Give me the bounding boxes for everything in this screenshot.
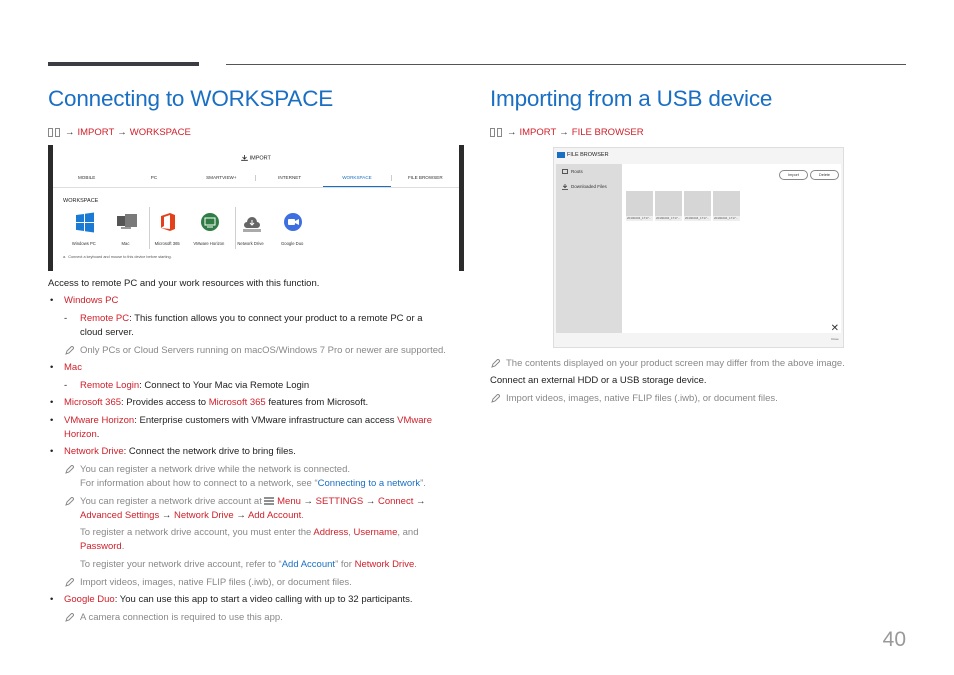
- crumb-workspace: WORKSPACE: [129, 127, 191, 138]
- memo-nd-refer: To register your network drive account, …: [80, 559, 417, 570]
- header-rule-thin: [226, 64, 906, 65]
- memo-nd-account-path: Advanced Settings → Network Drive → Add …: [80, 510, 304, 521]
- left-title: Connecting to WORKSPACE: [48, 86, 334, 111]
- memo-nd-fields: To register a network drive account, you…: [80, 527, 419, 538]
- app-group-divider: [235, 207, 236, 249]
- right-title: Importing from a USB device: [490, 86, 773, 111]
- link-connecting-network[interactable]: Connecting to a network: [318, 478, 420, 489]
- dash-remote-login: Remote Login: Connect to Your Mac via Re…: [64, 379, 309, 393]
- sidebar-item-roots[interactable]: Roots: [562, 169, 583, 175]
- app-group-divider: [149, 207, 150, 249]
- memo-import-left: Import videos, images, native FLIP files…: [80, 577, 352, 588]
- memo-contents-differ: The contents displayed on your product s…: [506, 358, 845, 369]
- network-drive-icon: [242, 217, 261, 232]
- folder-icon: [562, 169, 568, 175]
- file-browser-screenshot: FILE BROWSER Roots Downloaded Files Impo…: [553, 147, 844, 348]
- file-thumbnail[interactable]: 20190204_1717...: [684, 191, 711, 221]
- workspace-screenshot: IMPORT MOBILE PC SMARTVIEW+ INTERNET WOR…: [48, 145, 464, 271]
- crumb-file-browser: FILE BROWSER: [571, 127, 644, 138]
- tab-mobile[interactable]: MOBILE: [53, 169, 120, 187]
- app-vmware-horizon[interactable]: VMware Horizon: [188, 207, 230, 252]
- link-add-account[interactable]: Add Account: [282, 559, 335, 570]
- workspace-apps: Windows PC Mac Microsoft 365 VMware Hori…: [63, 207, 313, 252]
- mac-icon: [116, 214, 137, 229]
- right-breadcrumb: → IMPORT → FILE BROWSER: [490, 127, 644, 138]
- sidebar-item-downloaded[interactable]: Downloaded Files: [562, 184, 607, 190]
- source-key-icon: [55, 128, 60, 137]
- office-icon: [161, 213, 176, 231]
- memo-windows: Only PCs or Cloud Servers running on mac…: [80, 345, 446, 356]
- header-rule-thick: [48, 62, 199, 66]
- thumbnail-grid: 20190204_1717... 20190204_1717... 201902…: [626, 191, 740, 221]
- app-microsoft-365[interactable]: Microsoft 365: [146, 207, 188, 252]
- vmware-line2: Horizon.: [64, 429, 100, 440]
- download-icon: [241, 155, 248, 161]
- memo-nd-register: You can register a network drive while t…: [80, 464, 351, 475]
- home-key-icon: [490, 128, 495, 137]
- crumb-import: IMPORT: [77, 127, 115, 138]
- workspace-note: a. Connect a keyboard and mouse to this …: [63, 255, 172, 259]
- file-browser-header: FILE BROWSER: [557, 152, 609, 158]
- pencil-icon: [65, 465, 74, 474]
- pencil-icon: [65, 613, 74, 622]
- close-icon: ✕: [830, 323, 839, 334]
- import-button[interactable]: Import: [779, 170, 808, 180]
- menu-icon: [264, 497, 275, 505]
- remote-pc-line2: cloud server.: [80, 327, 134, 338]
- workspace-section-title: WORKSPACE: [63, 198, 99, 204]
- source-key-icon: [497, 128, 502, 137]
- bullet-windows-pc: Windows PC: [50, 294, 118, 308]
- pencil-icon: [65, 578, 74, 587]
- file-thumbnail[interactable]: 20190204_1717...: [626, 191, 653, 221]
- download-icon: [562, 184, 568, 190]
- file-browser-icon: [557, 152, 565, 158]
- bullet-mac: Mac: [50, 361, 82, 375]
- pencil-icon: [65, 497, 74, 506]
- page-number: 40: [882, 628, 906, 651]
- tab-smartview[interactable]: SMARTVIEW+: [188, 169, 255, 187]
- file-browser-main: Import Delete 20190204_1717... 20190204_…: [622, 164, 841, 333]
- pencil-icon: [65, 346, 74, 355]
- tab-pc[interactable]: PC: [120, 169, 187, 187]
- delete-button[interactable]: Delete: [810, 170, 839, 180]
- close-button[interactable]: ✕ Close: [831, 324, 839, 344]
- pencil-icon: [491, 394, 500, 403]
- bullet-ms365: Microsoft 365: Provides access to Micros…: [50, 396, 368, 410]
- memo-nd-account: You can register a network drive account…: [80, 496, 426, 507]
- bullet-vmware: VMware Horizon: Enterprise customers wit…: [50, 414, 432, 428]
- file-browser-sidebar: Roots Downloaded Files: [556, 164, 622, 333]
- intro-text: Access to remote PC and your work resour…: [48, 278, 320, 289]
- left-breadcrumb: → IMPORT → WORKSPACE: [48, 127, 191, 138]
- memo-import-right: Import videos, images, native FLIP files…: [506, 393, 778, 404]
- memo-nd-see: For information about how to connect to …: [80, 478, 426, 489]
- vmware-icon: [201, 213, 220, 231]
- memo-duo: A camera connection is required to use t…: [80, 612, 283, 623]
- tab-workspace[interactable]: WORKSPACE: [323, 169, 391, 187]
- app-windows-pc[interactable]: Windows PC: [63, 207, 105, 252]
- google-duo-icon: [284, 213, 303, 231]
- import-header: IMPORT: [53, 155, 459, 161]
- dash-remote-pc: Remote PC: This function allows you to c…: [64, 312, 423, 326]
- connect-hdd-text: Connect an external HDD or a USB storage…: [490, 375, 707, 386]
- pencil-icon: [491, 359, 500, 368]
- bullet-google-duo: Google Duo: You can use this app to star…: [50, 593, 413, 607]
- tab-internet[interactable]: INTERNET: [256, 169, 323, 187]
- app-mac[interactable]: Mac: [105, 207, 147, 252]
- home-key-icon: [48, 128, 53, 137]
- file-thumbnail[interactable]: 20190204_1717...: [713, 191, 740, 221]
- windows-icon: [76, 212, 94, 233]
- memo-nd-password: Password.: [80, 541, 125, 552]
- crumb-import: IMPORT: [519, 127, 557, 138]
- tab-file-browser[interactable]: FILE BROWSER: [392, 169, 459, 187]
- app-google-duo[interactable]: Google Duo: [271, 207, 313, 252]
- bullet-network-drive: Network Drive: Connect the network drive…: [50, 445, 296, 459]
- import-tabs: MOBILE PC SMARTVIEW+ INTERNET WORKSPACE …: [53, 169, 459, 188]
- file-thumbnail[interactable]: 20190204_1717...: [655, 191, 682, 221]
